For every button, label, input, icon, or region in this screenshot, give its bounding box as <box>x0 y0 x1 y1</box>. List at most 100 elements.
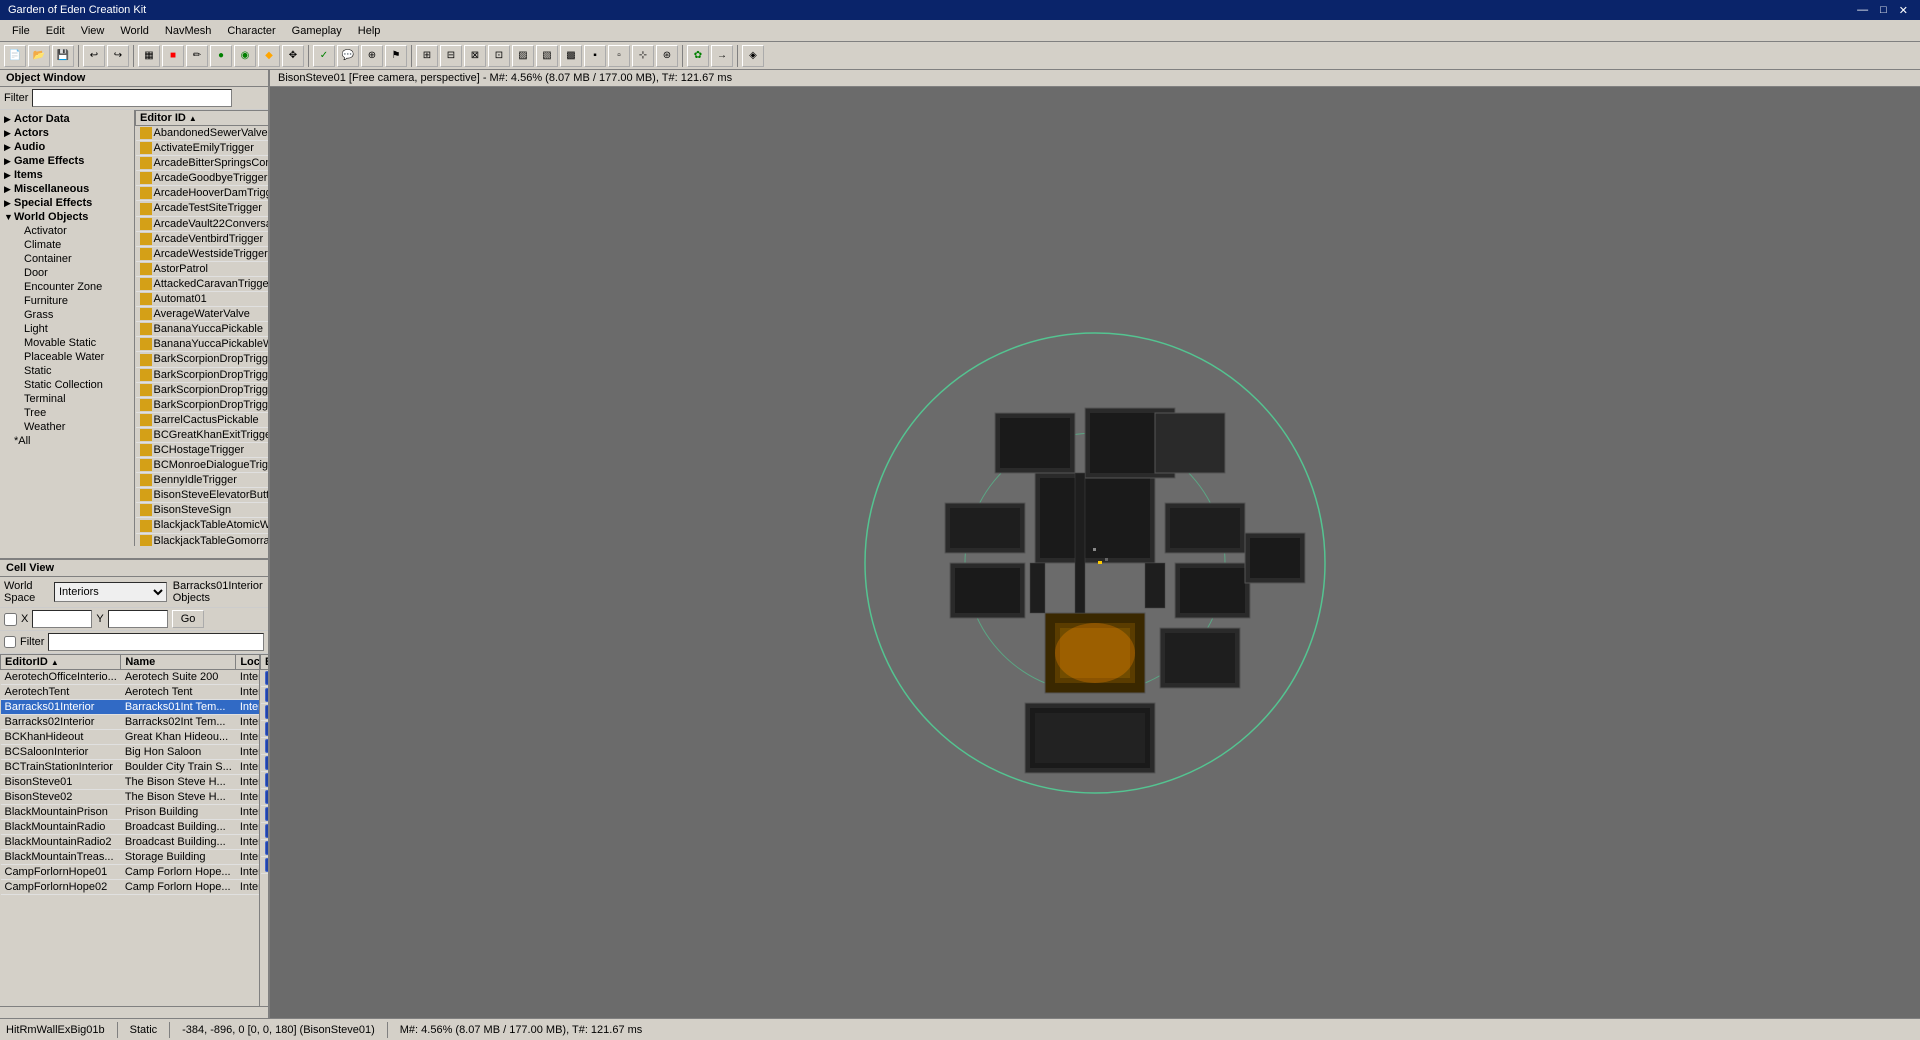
toolbar-new[interactable]: 📄 <box>4 45 26 67</box>
toolbar-grid4[interactable]: ⊡ <box>488 45 510 67</box>
table-row[interactable]: ArcadeTestSiteTrigger10Arcade Test Site … <box>136 201 269 216</box>
toolbar-snap[interactable]: ⊹ <box>632 45 654 67</box>
toolbar-save[interactable]: 💾 <box>52 45 74 67</box>
maximize-btn[interactable]: □ <box>1876 4 1891 17</box>
tree-expander-actors[interactable]: ▶ <box>4 128 14 139</box>
table-row[interactable]: BCHostageTrigger10Boulder City Hostage <box>136 442 269 457</box>
cell-object-row[interactable]: NVStain03Static <box>261 806 269 823</box>
table-row[interactable]: BananaYuccaPickableWestside10Banana Yucc… <box>136 337 269 352</box>
cell-list-row[interactable]: BlackMountainRadio2Broadcast Building...… <box>1 835 261 850</box>
table-row[interactable]: AbandonedSewerValve0140Gas Valve <box>136 126 269 141</box>
table-row[interactable]: BarkScorpionDropTrigger0110 <box>136 352 269 367</box>
cell-list-row[interactable]: Barracks01InteriorBarracks01Int Tem...In… <box>1 700 261 715</box>
table-row[interactable]: ArcadeVault22Conversation10Arcade Vault … <box>136 216 269 231</box>
tree-expander-miscellaneous[interactable]: ▶ <box>4 184 14 195</box>
menu-file[interactable]: File <box>4 23 38 39</box>
toolbar-arrow[interactable]: → <box>711 45 733 67</box>
cell-object-row[interactable]: NVStain02Static <box>261 840 269 857</box>
table-row[interactable]: BarkScorpionDropTrigger0310 <box>136 382 269 397</box>
table-row[interactable]: BisonSteveSign10 <box>136 503 269 518</box>
x-input[interactable] <box>32 610 92 628</box>
cell-list-row[interactable]: BlackMountainPrisonPrison BuildingInteri… <box>1 805 261 820</box>
coord-checkbox[interactable] <box>4 613 17 626</box>
toolbar-grid5[interactable]: ▨ <box>512 45 534 67</box>
table-row[interactable]: BananaYuccaPickable900Banana Yucca <box>136 322 269 337</box>
cell-col-location[interactable]: Location <box>236 655 260 670</box>
menu-character[interactable]: Character <box>219 23 283 39</box>
table-row[interactable]: BlackjackTableGomorrah40Blackjack Table <box>136 533 269 546</box>
tree-item-static-collection[interactable]: Static Collection <box>0 378 134 392</box>
tree-item-audio[interactable]: ▶Audio <box>0 140 134 154</box>
tree-expander-items[interactable]: ▶ <box>4 170 14 181</box>
table-row[interactable]: Automat0140EatOtronic 3000 <box>136 292 269 307</box>
table-row[interactable]: BarrelCactusPickable1890Barrel Cactus <box>136 412 269 427</box>
go-button[interactable]: Go <box>172 610 205 628</box>
cell-object-row[interactable]: PxMistLow01LongHallVisMovab... <box>261 721 269 738</box>
cell-list-row[interactable]: BlackMountainRadioBroadcast Building...I… <box>1 820 261 835</box>
tree-item-miscellaneous[interactable]: ▶Miscellaneous <box>0 182 134 196</box>
toolbar-pencil[interactable]: ✏ <box>186 45 208 67</box>
toolbar-green-circle[interactable]: ● <box>210 45 232 67</box>
tree-item-actor-data[interactable]: ▶Actor Data <box>0 112 134 126</box>
cell-object-row[interactable]: NVStain05Static <box>261 789 269 806</box>
toolbar-grid3[interactable]: ⊠ <box>464 45 486 67</box>
tree-item-container[interactable]: Container <box>0 252 134 266</box>
y-input[interactable] <box>108 610 168 628</box>
cell-list-row[interactable]: CampForlornHope01Camp Forlorn Hope...Int… <box>1 865 261 880</box>
tree-item-movable-static[interactable]: Movable Static <box>0 336 134 350</box>
tree-item-weather[interactable]: Weather <box>0 420 134 434</box>
tree-item-tree[interactable]: Tree <box>0 406 134 420</box>
cell-object-row[interactable]: AudioMarkerStatic <box>261 670 269 687</box>
tree-item-special-effects[interactable]: ▶Special Effects <box>0 196 134 210</box>
menu-view[interactable]: View <box>73 23 113 39</box>
object-hscroll[interactable] <box>0 546 268 558</box>
toolbar-bubble[interactable]: 💬 <box>337 45 359 67</box>
tree-expander-actor-data[interactable]: ▶ <box>4 114 14 125</box>
cell-list-row[interactable]: BCSaloonInteriorBig Hon SaloonInterior <box>1 745 261 760</box>
table-row[interactable]: BCGreatKhanExitTrigger20Great Khan Exit … <box>136 427 269 442</box>
toolbar-red[interactable]: ■ <box>162 45 184 67</box>
cell-list-row[interactable]: AerotechOfficeInterio...Aerotech Suite 2… <box>1 670 261 685</box>
tree-item-activator[interactable]: Activator <box>0 224 134 238</box>
cell-object-row[interactable]: NVStain02Static <box>261 857 269 874</box>
cell-list-row[interactable]: BCTrainStationInteriorBoulder City Train… <box>1 760 261 775</box>
table-row[interactable]: ActivateEmilyTrigger10 <box>136 141 269 156</box>
filter-input[interactable] <box>32 89 232 107</box>
table-row[interactable]: BlackjackTableAtomicWrangler10Blackjack … <box>136 518 269 533</box>
tree-expander-special-effects[interactable]: ▶ <box>4 198 14 209</box>
table-row[interactable]: BarkScorpionDropTrigger0410 <box>136 397 269 412</box>
toolbar-grid8[interactable]: ▪ <box>584 45 606 67</box>
table-row[interactable]: AverageWaterValve60Water Valve <box>136 307 269 322</box>
menu-help[interactable]: Help <box>350 23 389 39</box>
cell-list-row[interactable]: AerotechTentAerotech TentInterior <box>1 685 261 700</box>
tree-expander-audio[interactable]: ▶ <box>4 142 14 153</box>
toolbar-grass[interactable]: ✿ <box>687 45 709 67</box>
toolbar-grid1[interactable]: ⊞ <box>416 45 438 67</box>
table-row[interactable]: BarkScorpionDropTrigger0210 <box>136 367 269 382</box>
tree-item-game-effects[interactable]: ▶Game Effects <box>0 154 134 168</box>
tree-item-light[interactable]: Light <box>0 322 134 336</box>
cell-filter-input[interactable] <box>48 633 264 651</box>
table-row[interactable]: AstorPatrol20Astor Patrol Stop <box>136 261 269 276</box>
tree-expander-world-objects[interactable]: ▼ <box>4 212 14 222</box>
cell-list-row[interactable]: BlackMountainTreas...Storage BuildingInt… <box>1 850 261 865</box>
table-row[interactable]: ArcadeGoodbyeTrigger10 <box>136 171 269 186</box>
cell-col-editorid[interactable]: EditorID ▲ <box>1 655 121 670</box>
toolbar-redo[interactable]: ↪ <box>107 45 129 67</box>
toolbar-crosshair[interactable]: ⊕ <box>361 45 383 67</box>
menu-edit[interactable]: Edit <box>38 23 73 39</box>
table-row[interactable]: BCMonroeDialogueTrigger10Monroe Dialogue… <box>136 458 269 473</box>
table-row[interactable]: BennyIdleTrigger10Gas Valve <box>136 473 269 488</box>
cell-object-row[interactable]: NVStain02Static <box>261 823 269 840</box>
toolbar-orange[interactable]: ◆ <box>258 45 280 67</box>
cell-list-row[interactable]: BisonSteve02The Bison Steve H...Interior <box>1 790 261 805</box>
tree-item-terminal[interactable]: Terminal <box>0 392 134 406</box>
cell-list-row[interactable]: BisonSteve01The Bison Steve H...Interior <box>1 775 261 790</box>
cell-object-row[interactable]: MopBucket01Static <box>261 687 269 704</box>
cell-object-row[interactable]: PxLightDustParticlesWide02Static <box>261 738 269 755</box>
table-row[interactable]: ArcadeHooverDamTrigger10Arcade Hoover Da… <box>136 186 269 201</box>
toolbar-grid9[interactable]: ▫ <box>608 45 630 67</box>
toolbar-grid6[interactable]: ▧ <box>536 45 558 67</box>
cell-hscroll[interactable] <box>0 1006 268 1018</box>
cell-col-name[interactable]: Name <box>121 655 236 670</box>
